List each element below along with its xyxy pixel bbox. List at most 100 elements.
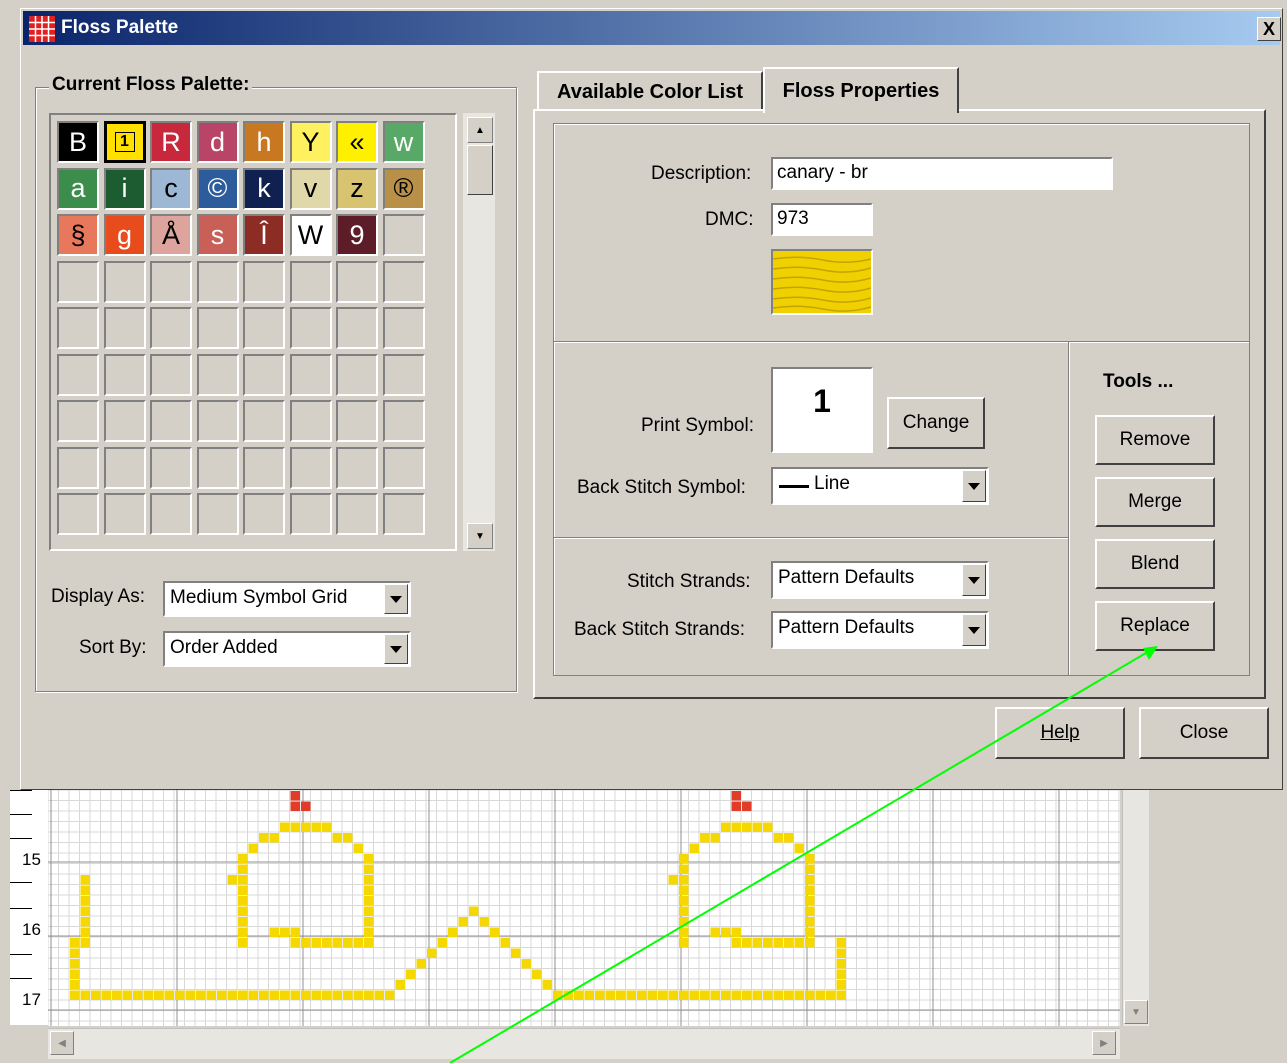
tab-available-color-list[interactable]: Available Color List (537, 71, 763, 111)
scroll-left-button[interactable]: ◀ (50, 1031, 74, 1055)
empty-floss-cell[interactable] (57, 493, 99, 535)
empty-floss-cell[interactable] (103, 446, 146, 489)
empty-floss-cell[interactable] (336, 493, 378, 535)
floss-cell[interactable]: § (57, 214, 99, 256)
replace-button[interactable]: Replace (1095, 601, 1215, 651)
back-stitch-strands-select[interactable]: Pattern Defaults (771, 611, 989, 649)
empty-floss-cell[interactable] (57, 260, 99, 303)
empty-floss-cell[interactable] (243, 446, 285, 489)
empty-floss-cell[interactable] (150, 353, 192, 396)
empty-floss-cell[interactable] (382, 493, 425, 535)
empty-floss-cell[interactable] (382, 446, 425, 489)
empty-floss-cell[interactable] (103, 400, 146, 442)
empty-floss-cell[interactable] (196, 493, 239, 535)
empty-floss-cell[interactable] (196, 353, 239, 396)
empty-floss-cell[interactable] (243, 400, 285, 442)
palette-scroll-up-button[interactable]: ▲ (467, 117, 493, 143)
empty-floss-cell[interactable] (243, 260, 285, 303)
empty-floss-cell[interactable] (103, 260, 146, 303)
empty-floss-cell[interactable] (289, 353, 332, 396)
empty-floss-cell[interactable] (196, 400, 239, 442)
floss-cell[interactable]: Å (150, 214, 192, 256)
empty-floss-cell[interactable] (382, 260, 425, 303)
empty-floss-cell[interactable] (382, 307, 425, 349)
floss-cell[interactable]: d (196, 121, 239, 163)
floss-cell[interactable]: ® (382, 167, 425, 210)
floss-cell[interactable]: c (150, 167, 192, 210)
back-stitch-symbol-select[interactable]: Line (771, 467, 989, 505)
empty-floss-cell[interactable] (289, 260, 332, 303)
empty-floss-cell[interactable] (336, 446, 378, 489)
empty-floss-cell[interactable] (57, 400, 99, 442)
empty-floss-cell[interactable] (382, 214, 425, 256)
sort-by-select[interactable]: Order Added (163, 631, 411, 667)
chevron-down-icon[interactable] (962, 614, 986, 646)
empty-floss-cell[interactable] (289, 493, 332, 535)
pattern-grid[interactable] (48, 790, 1120, 1026)
floss-cell[interactable]: w (382, 121, 425, 163)
empty-floss-cell[interactable] (336, 307, 378, 349)
empty-floss-cell[interactable] (150, 400, 192, 442)
empty-floss-cell[interactable] (243, 353, 285, 396)
empty-floss-cell[interactable] (382, 400, 425, 442)
floss-cell[interactable]: B (57, 121, 99, 163)
change-button[interactable]: Change (887, 397, 985, 449)
title-bar[interactable]: Floss Palette X (23, 11, 1281, 45)
floss-cell[interactable]: R (150, 121, 192, 163)
floss-cell[interactable]: Y (289, 121, 332, 163)
empty-floss-cell[interactable] (196, 446, 239, 489)
chevron-down-icon[interactable] (962, 470, 986, 502)
description-field[interactable]: canary - br (771, 157, 1113, 190)
empty-floss-cell[interactable] (150, 446, 192, 489)
empty-floss-cell[interactable] (103, 353, 146, 396)
empty-floss-cell[interactable] (289, 446, 332, 489)
dmc-field[interactable]: 973 (771, 203, 873, 236)
empty-floss-cell[interactable] (382, 353, 425, 396)
scroll-right-button[interactable]: ▶ (1092, 1031, 1116, 1055)
floss-cell[interactable]: k (243, 167, 285, 210)
empty-floss-cell[interactable] (243, 307, 285, 349)
floss-cell[interactable]: z (336, 167, 378, 210)
blend-button[interactable]: Blend (1095, 539, 1215, 589)
chevron-down-icon[interactable] (962, 564, 986, 596)
scroll-down-button[interactable]: ▼ (1124, 1000, 1148, 1024)
empty-floss-cell[interactable] (57, 353, 99, 396)
empty-floss-cell[interactable] (336, 260, 378, 303)
pattern-horizontal-scrollbar[interactable]: ◀ ▶ (48, 1028, 1120, 1059)
stitch-strands-select[interactable]: Pattern Defaults (771, 561, 989, 599)
empty-floss-cell[interactable] (103, 307, 146, 349)
empty-floss-cell[interactable] (103, 493, 146, 535)
tab-floss-properties[interactable]: Floss Properties (763, 67, 959, 113)
empty-floss-cell[interactable] (289, 307, 332, 349)
floss-cell[interactable]: v (289, 167, 332, 210)
chevron-down-icon[interactable] (384, 634, 408, 664)
empty-floss-cell[interactable] (57, 307, 99, 349)
floss-cell[interactable]: © (196, 167, 239, 210)
empty-floss-cell[interactable] (150, 260, 192, 303)
empty-floss-cell[interactable] (150, 493, 192, 535)
pattern-canvas[interactable] (48, 790, 1120, 1026)
floss-cell[interactable]: 9 (336, 214, 378, 256)
floss-cell[interactable]: h (243, 121, 285, 163)
floss-cell[interactable]: Î (243, 214, 285, 256)
floss-cell[interactable]: 1 (103, 121, 146, 163)
empty-floss-cell[interactable] (196, 260, 239, 303)
remove-button[interactable]: Remove (1095, 415, 1215, 465)
merge-button[interactable]: Merge (1095, 477, 1215, 527)
palette-vertical-scrollbar[interactable]: ▲ ▼ (463, 113, 495, 551)
pattern-vertical-scrollbar[interactable]: ▼ (1122, 790, 1149, 1026)
floss-cell[interactable]: g (103, 214, 146, 256)
empty-floss-cell[interactable] (336, 353, 378, 396)
chevron-down-icon[interactable] (384, 584, 408, 614)
empty-floss-cell[interactable] (196, 307, 239, 349)
floss-cell[interactable]: W (289, 214, 332, 256)
palette-scroll-thumb[interactable] (467, 145, 493, 195)
palette-scroll-down-button[interactable]: ▼ (467, 523, 493, 549)
floss-cell[interactable]: s (196, 214, 239, 256)
empty-floss-cell[interactable] (243, 493, 285, 535)
empty-floss-cell[interactable] (57, 446, 99, 489)
floss-cell[interactable]: i (103, 167, 146, 210)
help-button[interactable]: Help (995, 707, 1125, 759)
close-button[interactable]: Close (1139, 707, 1269, 759)
display-as-select[interactable]: Medium Symbol Grid (163, 581, 411, 617)
